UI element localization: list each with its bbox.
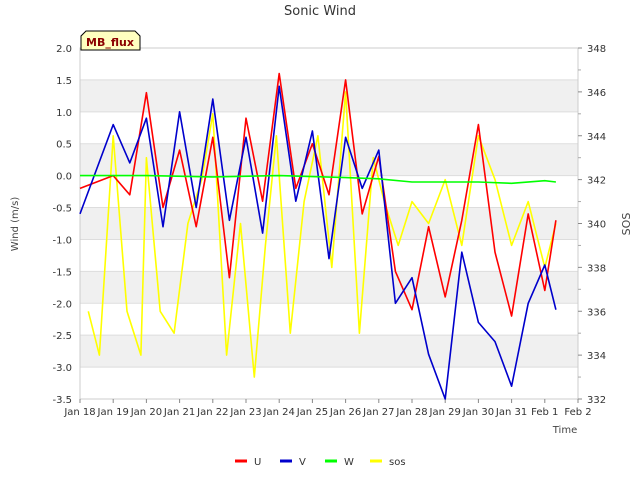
y-tick-label: -3.5 bbox=[52, 395, 72, 406]
y-tick-label: -2.0 bbox=[52, 299, 72, 310]
x-tick-label: Jan 31 bbox=[495, 407, 527, 418]
chart-svg: Jan 18 Jan 19 Jan 20 Jan 21 Jan 22 Jan 23 Jan … bbox=[10, 4, 633, 468]
y2-tick-label: 344 bbox=[587, 132, 606, 143]
y2-tick-label: 336 bbox=[587, 307, 606, 318]
site-label: MB_flux bbox=[86, 36, 134, 49]
chart-title: Sonic Wind bbox=[284, 4, 356, 19]
x-tick-label: Jan 18 bbox=[63, 407, 95, 418]
y-axis-label: Wind (m/s) bbox=[10, 197, 21, 252]
y-tick-label: -2.5 bbox=[52, 331, 72, 342]
legend: U V Wsos bbox=[235, 457, 406, 468]
legend-label-u: U bbox=[254, 457, 261, 468]
x-tick-label: Feb 1 bbox=[531, 407, 558, 418]
x-tick-label: Jan 23 bbox=[229, 407, 261, 418]
y-axis-right: 332 334 336 338 340 342 344 346 348 bbox=[578, 44, 606, 406]
x-tick-label: Jan 19 bbox=[97, 407, 129, 418]
y2-axis-label: SOS bbox=[620, 213, 633, 236]
y-tick-label: -1.0 bbox=[52, 235, 72, 246]
x-tick-label: Feb 2 bbox=[564, 407, 591, 418]
site-label-badge: MB_flux bbox=[80, 30, 141, 51]
y2-tick-label: 334 bbox=[587, 351, 606, 362]
x-tick-label: Jan 24 bbox=[263, 407, 295, 418]
background-band bbox=[80, 271, 578, 304]
y2-tick-label: 346 bbox=[587, 88, 606, 99]
y2-tick-label: 338 bbox=[587, 263, 606, 274]
x-tick-label: Jan 22 bbox=[196, 407, 228, 418]
x-tick-label: Jan 30 bbox=[462, 407, 494, 418]
y2-tick-label: 348 bbox=[587, 44, 606, 55]
y-tick-label: -3.0 bbox=[52, 363, 72, 374]
y-tick-label: 0.5 bbox=[56, 140, 72, 151]
background-band bbox=[80, 79, 578, 112]
x-tick-label: Jan 21 bbox=[163, 407, 195, 418]
y2-tick-label: 332 bbox=[587, 395, 606, 406]
y-tick-label: 0.0 bbox=[56, 172, 72, 183]
y2-tick-label: 342 bbox=[587, 176, 606, 187]
legend-label-sos: sos bbox=[389, 457, 406, 468]
y-tick-label: -0.5 bbox=[52, 204, 72, 215]
x-tick-label: Jan 29 bbox=[429, 407, 461, 418]
x-tick-label: Jan 20 bbox=[130, 407, 162, 418]
legend-label-w: W bbox=[344, 457, 354, 468]
y2-tick-label: 340 bbox=[587, 220, 606, 231]
x-axis-label: Time bbox=[552, 425, 577, 436]
y-tick-label: 1.0 bbox=[56, 108, 72, 119]
x-axis: Jan 18 Jan 19 Jan 20 Jan 21 Jan 22 Jan 23 Jan … bbox=[63, 399, 592, 418]
x-tick-label: Jan 26 bbox=[329, 407, 361, 418]
background-bands bbox=[80, 79, 578, 368]
y-axis-left: -3.5 -3.0 -2.5 -2.0 -1.5 -1.0 -0.5 0.0 0.5 1.0 1.5… bbox=[52, 44, 72, 406]
legend-label-v: V bbox=[299, 457, 306, 468]
y-tick-label: 2.0 bbox=[56, 44, 72, 55]
y-tick-label: -1.5 bbox=[52, 267, 72, 278]
y-tick-label: 1.5 bbox=[56, 76, 72, 87]
x-tick-label: Jan 25 bbox=[296, 407, 328, 418]
x-tick-label: Jan 28 bbox=[395, 407, 427, 418]
x-tick-label: Jan 27 bbox=[362, 407, 394, 418]
